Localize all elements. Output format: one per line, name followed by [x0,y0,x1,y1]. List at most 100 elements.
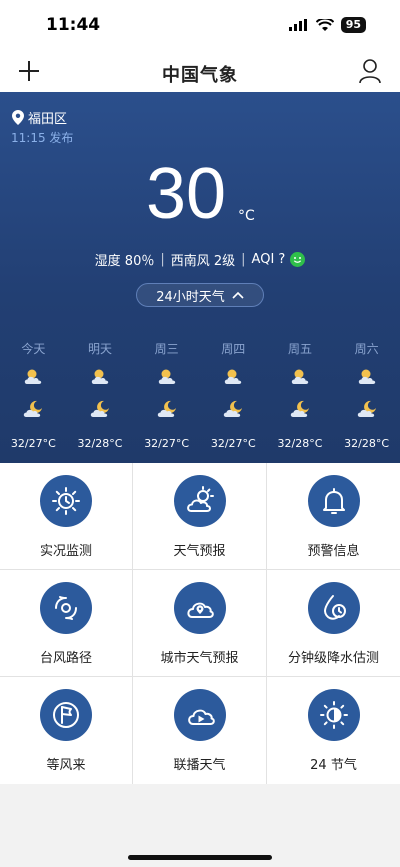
forecast-icon-cell [200,367,267,389]
service-tile[interactable]: 联播天气 [133,677,267,784]
cloud-moon-icon [90,400,109,417]
service-tile[interactable]: 等风来 [0,677,133,784]
service-tile[interactable]: 预警信息 [267,463,400,570]
status-indicators: 95 [288,17,366,33]
forecast-temp: 32/27°C [10,437,56,450]
divider: | [160,252,165,267]
drop-clock-icon [323,595,346,620]
forecast-icon-cell [0,367,67,389]
forecast-icon-cell [333,399,400,421]
smile-face-icon [290,252,306,267]
forecast-temp: 32/28°C [77,437,123,450]
service-icon-badge [40,689,92,741]
forecast-temp: 32/27°C [144,437,190,450]
service-label: 联播天气 [173,758,226,773]
battery-indicator: 95 [340,17,366,33]
service-label: 实况监测 [39,544,92,559]
forecast-icon-cell [0,399,67,421]
forecast-icon-cell [67,399,134,421]
forecast-icon-cell [267,399,334,421]
services-grid: 实况监测 天气预报 预警信息台风路径 城市天气预报 分钟级降水估测等风来 联播天气 24 节… [0,463,400,784]
location-pin-icon [12,110,24,125]
forecast-temp: 32/28°C [277,437,323,450]
service-icon-badge [173,475,226,527]
service-tile[interactable]: 实况监测 [0,463,133,570]
cloud-sun-icon [291,369,309,384]
home-indicator[interactable] [128,855,272,860]
cloud-sun-icon [225,369,242,384]
service-tile[interactable]: 天气预报 [133,463,267,570]
cloud-moon-icon [224,400,243,417]
cloud-moon-icon [290,400,309,417]
wind: 西南风 2级 [170,254,236,269]
forecast-temp: 32/28°C [344,437,390,450]
current-weather-panel: 福田区 11:15 发布 30 °C 湿度 80％ | 西南风 2级 | AQI… [0,92,400,463]
cloud-pin-icon [186,602,214,618]
aqi[interactable]: AQI ? [252,252,286,267]
service-tile[interactable]: 分钟级降水估测 [267,570,400,677]
wind-flag-icon [53,702,79,728]
forecast-days: 今天 明天 周三 周四 周五 周六 [0,340,400,357]
solar-term-icon [319,701,348,729]
app-logo: 中国气象 [162,65,238,86]
24h-weather-toggle[interactable]: 24小时天气 [136,283,264,307]
cloud-play-icon [187,709,215,725]
service-icon-badge [307,475,360,527]
service-label: 等风来 [46,758,86,773]
forecast-night-icons [0,399,400,421]
clock-sun-icon [52,487,80,515]
forecast-day-label: 周五 [287,342,312,356]
typhoon-icon [55,596,77,620]
forecast-icon-cell [67,367,134,389]
service-tile[interactable]: 台风路径 [0,570,133,677]
chevron-up-icon [232,291,244,299]
user-profile-button[interactable] [358,58,382,84]
service-icon-badge [173,582,226,634]
cloud-sun-icon [358,369,375,384]
forecast-temps: 32/27°C 32/28°C 32/27°C 32/27°C 32/28°C 32/28… [0,437,400,450]
forecast-icon-cell [133,367,200,389]
service-icon-badge [173,689,226,741]
cloud-sun-icon [186,486,214,512]
location[interactable]: 福田区 [12,108,67,127]
service-tile[interactable]: 24 节气 [267,677,400,784]
cloud-moon-icon [357,400,376,417]
service-icon-badge [40,582,92,634]
cloud-moon-icon [24,400,43,417]
humidity: 湿度 80％ [94,254,155,269]
service-label: 预警信息 [307,544,360,559]
temperature-unit: °C [238,208,255,224]
service-tile[interactable]: 城市天气预报 [133,570,267,677]
service-icon-badge [307,582,360,634]
forecast-icon-cell [133,399,200,421]
forecast-temp: 32/27°C [210,437,256,450]
forecast-icon-cell [200,399,267,421]
bell-icon [322,488,345,514]
toggle-label: 24小时天气 [156,289,225,305]
weather-details: 湿度 80％ | 西南风 2级 | AQI ? [0,250,400,269]
signal-icon [288,19,307,31]
service-icon-badge [40,475,92,527]
forecast-day-label: 周四 [221,342,246,356]
forecast-icon-cell [267,367,334,389]
cloud-sun-icon [25,369,42,384]
forecast-day-label: 周六 [354,342,379,356]
status-bar: 11:44 95 [0,0,400,50]
cloud-sun-icon [158,369,175,384]
service-label: 台风路径 [39,651,92,666]
service-label: 24 节气 [310,758,357,773]
forecast-day-label: 周三 [154,342,179,356]
current-temperature: 30 [146,154,227,234]
service-label: 城市天气预报 [160,651,239,666]
update-time: 11:15 发布 [11,131,74,145]
status-time: 11:44 [46,15,101,35]
service-label: 分钟级降水估测 [287,651,379,666]
service-label: 天气预报 [173,544,226,559]
cloud-moon-icon [157,400,176,417]
wifi-icon [315,18,334,31]
forecast-day-icons [0,367,400,389]
forecast-icon-cell [333,367,400,389]
cloud-sun-icon [91,369,109,384]
location-name: 福田区 [28,112,68,127]
forecast-day-label: 今天 [21,342,46,356]
